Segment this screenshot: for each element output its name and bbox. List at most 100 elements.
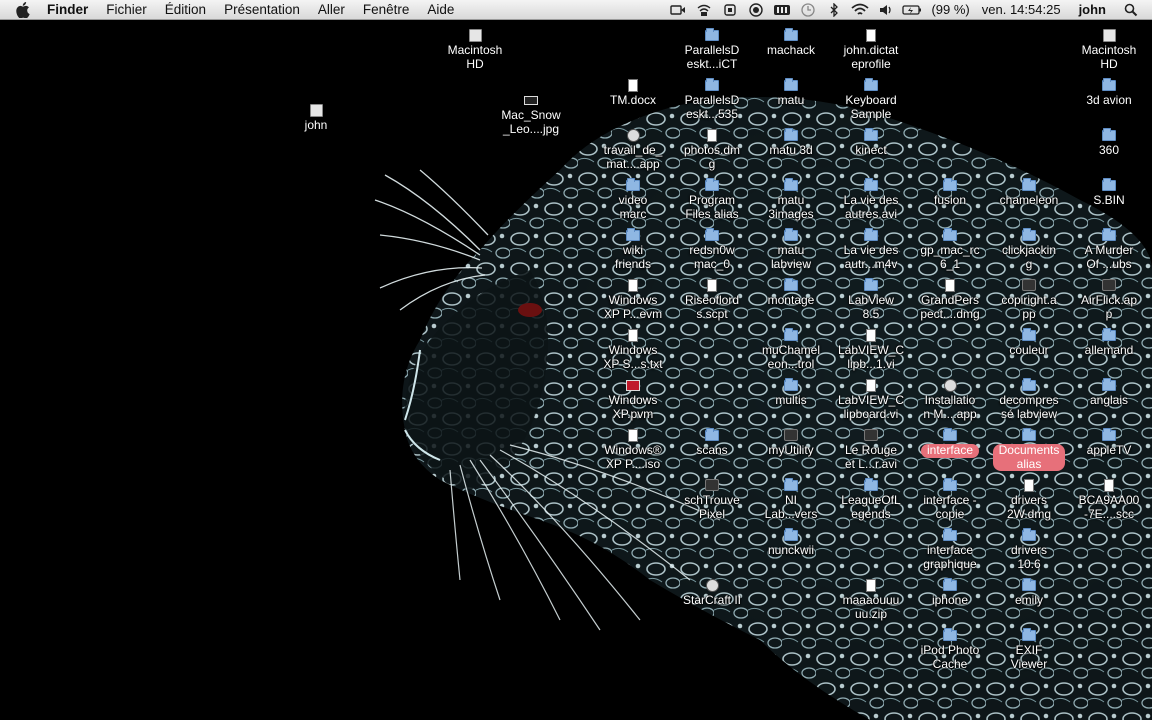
desktop-icon[interactable]: Documents alias	[991, 427, 1067, 471]
desktop-icon[interactable]: interface	[912, 427, 988, 458]
clock[interactable]: ven. 14:54:25	[976, 0, 1067, 20]
finder-menu[interactable]: Finder	[38, 0, 97, 20]
menu-fenetre[interactable]: Fenêtre	[354, 0, 419, 20]
desktop-icon[interactable]: couleur	[991, 327, 1067, 358]
drive-icon	[467, 28, 483, 42]
desktop-icon[interactable]: anglais	[1071, 377, 1147, 408]
bluetooth-icon[interactable]	[821, 0, 847, 20]
menu-aide[interactable]: Aide	[418, 0, 463, 20]
desktop-icon[interactable]: iPod Photo Cache	[912, 627, 988, 671]
desktop-icon[interactable]: La vie des autres.avi	[833, 177, 909, 221]
desktop-icon[interactable]: LeagueOfL egends	[833, 477, 909, 521]
desktop-icon[interactable]: video marc	[595, 177, 671, 221]
user-menu[interactable]: john	[1067, 0, 1118, 20]
desktop-icon[interactable]: john.dictat eprofile	[833, 28, 909, 71]
desktop-icon[interactable]: Macintosh HD	[1071, 28, 1147, 71]
desktop-icon[interactable]: clickjackin g	[991, 227, 1067, 271]
desktop-icon[interactable]: myUtility	[753, 428, 829, 458]
desktop-icon[interactable]: interface - copie	[912, 477, 988, 521]
desktop-icon[interactable]: LabVIEW_C lipboard.vi	[833, 378, 909, 421]
desktop-icon[interactable]: Program Files alias	[674, 177, 750, 221]
record-icon[interactable]	[743, 0, 769, 20]
battery-icon[interactable]	[899, 0, 925, 20]
document-icon	[863, 28, 879, 42]
screen-recording-icon[interactable]	[665, 0, 691, 20]
desktop-icon[interactable]: travail_de_ mat....app	[595, 128, 671, 171]
desktop-icon[interactable]: decompres sé labview	[991, 377, 1067, 421]
desktop-icon[interactable]: ParallelsD eskt...iCT	[674, 27, 750, 71]
desktop-icon[interactable]: gp_mac_rc 6_1	[912, 227, 988, 271]
desktop-icon[interactable]: 360	[1071, 127, 1147, 158]
menu-fichier[interactable]: Fichier	[97, 0, 156, 20]
desktop-icon[interactable]: scans	[674, 427, 750, 458]
desktop-icon[interactable]: StarCraft II	[674, 578, 750, 608]
desktop-icon[interactable]: copiright.a pp	[991, 278, 1067, 321]
desktop-icon[interactable]: BCA9AA00 -7E....scc	[1071, 478, 1147, 521]
desktop-icon[interactable]: La vie des autr...m4v	[833, 227, 909, 271]
desktop-icon[interactable]: maaaouuu uu.zip	[833, 578, 909, 621]
desktop-icon[interactable]: LabVIEW_C lipb...1.vi	[833, 328, 909, 371]
desktop-icon[interactable]: AirFlick.ap p	[1071, 278, 1147, 321]
desktop-icon[interactable]: muChamel eon...trol	[753, 327, 829, 371]
desktop-icon[interactable]: redsn0w mac_0	[674, 227, 750, 271]
desktop-icon[interactable]: emily	[991, 577, 1067, 608]
desktop-icon[interactable]: matu labview	[753, 227, 829, 271]
desktop-icon[interactable]: interface graphique	[912, 527, 988, 571]
desktop-icon[interactable]: drivers 2W.dmg	[991, 478, 1067, 521]
desktop-icon[interactable]: montage	[753, 277, 829, 308]
desktop-icon[interactable]: Mac_Snow _Leo....jpg	[493, 93, 569, 136]
desktop-icon[interactable]: fusion	[912, 177, 988, 208]
desktop-icon[interactable]: schTrouve Pixel	[674, 478, 750, 521]
menu-presentation[interactable]: Présentation	[215, 0, 309, 20]
desktop-icon[interactable]: ParallelsD eskt...535	[674, 77, 750, 121]
desktop-icon[interactable]: matu 3d	[753, 127, 829, 158]
folder-icon	[863, 277, 879, 292]
desktop-icon[interactable]: photos.dm g	[674, 128, 750, 171]
wifi-icon[interactable]	[847, 0, 873, 20]
desktop-icon[interactable]: Windows® XP P....iso	[595, 428, 671, 471]
desktop-icon[interactable]: Keyboard Sample	[833, 77, 909, 121]
desktop-icon[interactable]: Windows XP.pvm	[595, 378, 671, 421]
desktop-icon[interactable]: LabView 8.5	[833, 277, 909, 321]
desktop-icon[interactable]: nunckwii	[753, 527, 829, 558]
desktop-icon[interactable]: Windows XP P...evm	[595, 278, 671, 321]
desktop-icon[interactable]: drivers 10.6	[991, 527, 1067, 571]
desktop-icon-label: matu labview	[770, 243, 812, 271]
desktop-icon[interactable]: iphone	[912, 577, 988, 608]
desktop-icon[interactable]: john	[278, 103, 354, 133]
desktop-icon[interactable]: matu 3images	[753, 177, 829, 221]
desktop-icon[interactable]: GrandPers pect....dmg	[912, 278, 988, 321]
spotlight-search-icon[interactable]	[1118, 0, 1144, 20]
menu-aller[interactable]: Aller	[309, 0, 354, 20]
desktop-icon[interactable]: chameleon	[991, 177, 1067, 208]
desktop-icon[interactable]: wiki friends	[595, 227, 671, 271]
desktop-icon-label: StarCraft II	[682, 593, 741, 607]
desktop-icon[interactable]: Le Rouge et L...r.avi	[833, 428, 909, 471]
desktop-icon-label: schTrouve Pixel	[684, 493, 740, 521]
memory-meter-icon[interactable]	[769, 0, 795, 20]
desktop-icon[interactable]: S.BIN	[1071, 177, 1147, 208]
menu-edition[interactable]: Édition	[156, 0, 215, 20]
wifi-sharing-icon[interactable]	[691, 0, 717, 20]
desktop-icon[interactable]: A Murder Of ...ubs	[1071, 227, 1147, 271]
desktop-icon[interactable]: Windows XP S...s.txt	[595, 328, 671, 371]
desktop-icon[interactable]: matu	[753, 77, 829, 108]
time-machine-icon[interactable]	[795, 0, 821, 20]
desktop-icon[interactable]: EXIF Viewer	[991, 627, 1067, 671]
apple-menu-icon[interactable]	[8, 0, 38, 20]
desktop-icon[interactable]: Macintosh HD	[437, 28, 513, 71]
desktop-icon[interactable]: 3d avion	[1071, 77, 1147, 108]
desktop-icon[interactable]: Riseoflord s.scpt	[674, 278, 750, 321]
desktop-icon[interactable]: machack	[753, 27, 829, 58]
desktop-icon[interactable]: NI Lab...vers	[753, 477, 829, 521]
desktop-icon[interactable]: kinect	[833, 127, 909, 158]
volume-icon[interactable]	[873, 0, 899, 20]
desktop-icon[interactable]: Installatio n M....app	[912, 378, 988, 421]
battery-percentage[interactable]: (99 %)	[925, 0, 975, 20]
sync-icon[interactable]	[717, 0, 743, 20]
desktop-icon[interactable]: appleTV	[1071, 427, 1147, 458]
desktop-icon[interactable]: multis	[753, 377, 829, 408]
desktop-icon-label: matu	[777, 93, 805, 107]
desktop-icon[interactable]: TM.docx	[595, 78, 671, 108]
desktop-icon[interactable]: allemand	[1071, 327, 1147, 358]
